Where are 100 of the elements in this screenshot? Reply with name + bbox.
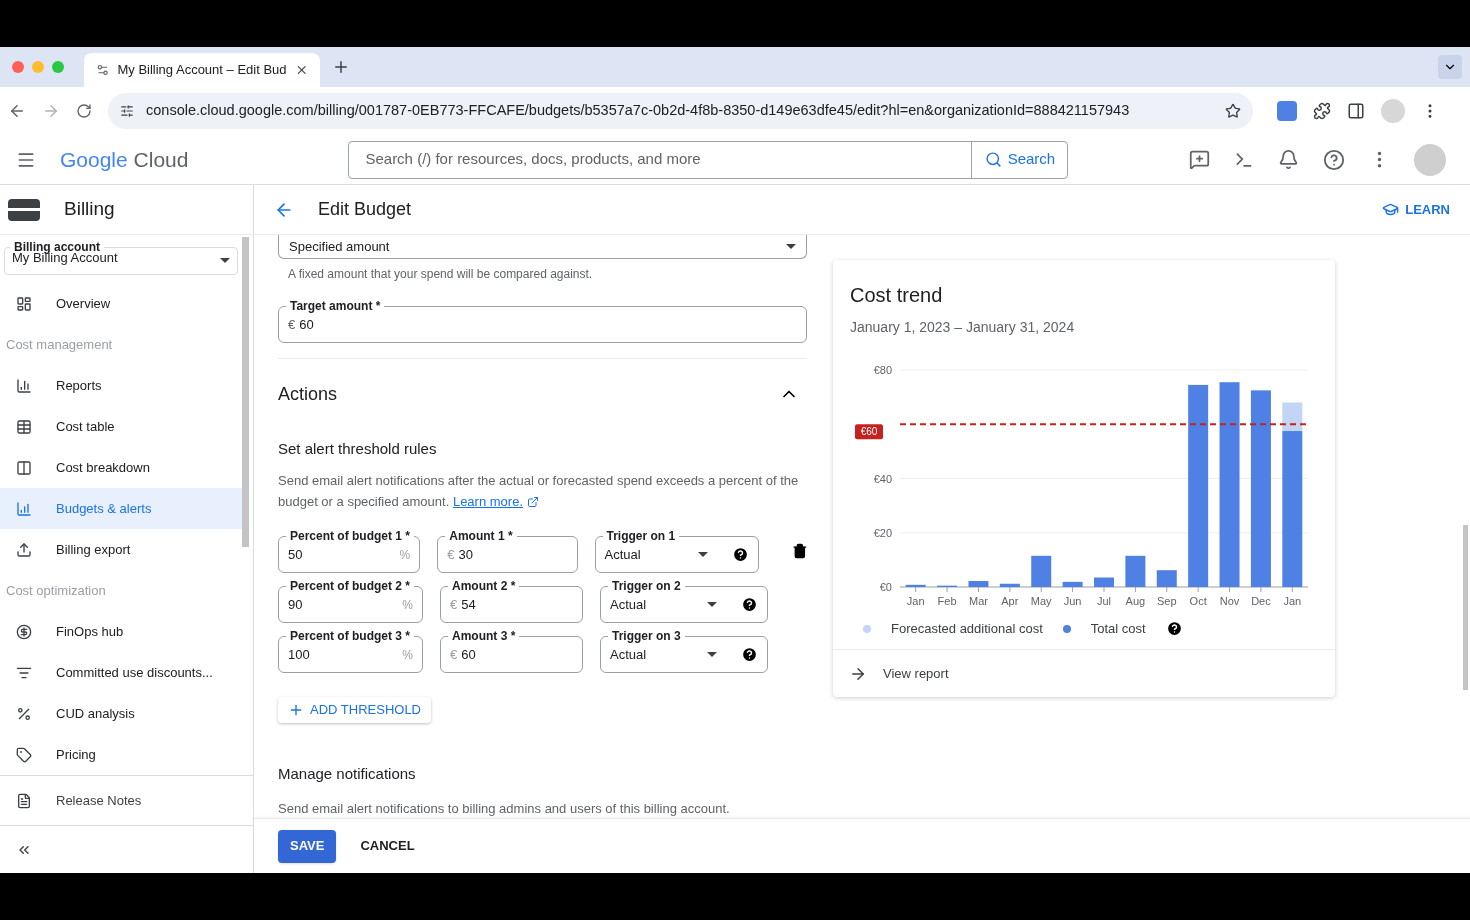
dropdown-caret-icon bbox=[707, 652, 717, 658]
description: Send email alert notifications after the actual or forecasted spend exceeds a percent of the budget or a specified amount. Learn more. bbox=[278, 470, 807, 513]
cost-bar bbox=[1062, 581, 1083, 587]
cost-bar bbox=[1031, 555, 1052, 587]
dropdown-caret-icon bbox=[786, 243, 796, 249]
x-tick-label: May bbox=[1030, 595, 1052, 607]
dropdown-caret-icon bbox=[220, 258, 230, 263]
dashboard-icon bbox=[16, 295, 32, 312]
delete-icon[interactable] bbox=[792, 542, 808, 559]
nav-item[interactable]: Reports bbox=[0, 365, 242, 406]
browser-tab[interactable]: My Billing Account – Edit Bud bbox=[84, 53, 320, 87]
search-button[interactable]: Search bbox=[971, 141, 1068, 178]
field-label: Trigger on 2 bbox=[608, 578, 685, 595]
x-tick-label: Apr bbox=[1001, 595, 1019, 607]
y-tick-label: €40 bbox=[873, 472, 892, 485]
tab-favicon-icon bbox=[96, 63, 110, 77]
extension-icon[interactable] bbox=[1277, 101, 1297, 121]
bar-chart-icon bbox=[16, 377, 32, 394]
x-tick-label: Mar bbox=[969, 595, 988, 607]
upload-icon bbox=[16, 541, 32, 558]
help-icon bbox=[741, 596, 758, 614]
help-icon[interactable] bbox=[1323, 148, 1345, 171]
help-icon bbox=[732, 546, 750, 564]
budget-type-select[interactable]: Specified amount bbox=[278, 235, 807, 259]
reload-icon[interactable] bbox=[76, 103, 92, 119]
y-tick-label: €0 bbox=[879, 581, 892, 593]
x-tick-label: Oct bbox=[1189, 595, 1207, 607]
search-field[interactable]: Search (/) for resources, docs, products, and more Search bbox=[348, 140, 1069, 179]
notifications-icon[interactable] bbox=[1278, 149, 1299, 170]
card-title: Cost trend bbox=[850, 283, 944, 308]
x-tick-label: Dec bbox=[1251, 595, 1271, 607]
dollar-icon bbox=[16, 623, 32, 640]
nav-item[interactable]: FinOps hub bbox=[0, 611, 242, 652]
nav-section-heading: Cost management bbox=[5, 335, 114, 354]
threshold-badge-background bbox=[855, 424, 883, 440]
field-label: Trigger on 1 bbox=[602, 528, 680, 545]
scrollbar[interactable] bbox=[1463, 525, 1468, 690]
x-tick-label: Nov bbox=[1219, 595, 1240, 607]
legend-label: Total cost bbox=[1090, 620, 1146, 638]
cost-bar bbox=[905, 584, 926, 587]
notes-icon bbox=[16, 792, 32, 809]
dropdown-caret-icon bbox=[698, 552, 709, 558]
y-tick-label: €20 bbox=[873, 526, 892, 539]
nav-item[interactable]: Budgets & alerts bbox=[0, 488, 242, 529]
x-tick-label: Jan bbox=[906, 595, 925, 607]
x-tick-label: Jun bbox=[1063, 595, 1082, 607]
cost-bar bbox=[968, 581, 989, 587]
cost-bar bbox=[1094, 577, 1114, 587]
nav-item[interactable]: CUD analysis bbox=[0, 693, 242, 734]
cancel-button[interactable]: CANCEL bbox=[360, 829, 415, 863]
nav-item[interactable]: Committed use discounts... bbox=[0, 652, 242, 693]
field-label: Percent of budget 2 * bbox=[286, 578, 415, 595]
section-title: Billing bbox=[64, 197, 115, 222]
logo[interactable]: Google Cloud bbox=[60, 143, 189, 176]
learn-more-link[interactable]: Learn more. bbox=[452, 491, 539, 513]
percent-icon bbox=[16, 705, 32, 722]
address-bar[interactable]: console.cloud.google.com/billing/001787-0EB773-FFCAFE/budgets/b5357a7c-0b2d-4f8b-8350-d149e63dfe45/edit?hl=en&organizationId=888421157943 bbox=[108, 93, 1253, 129]
field-label: Percent of budget 1 * bbox=[286, 528, 415, 545]
external-link-icon bbox=[527, 495, 539, 508]
legend-label: Forecasted additional cost bbox=[891, 620, 1043, 638]
actions-header[interactable]: Actions bbox=[278, 380, 807, 408]
x-tick-label: Jul bbox=[1096, 595, 1112, 607]
new-tab-icon[interactable] bbox=[332, 58, 350, 76]
cost-bar bbox=[1125, 555, 1146, 587]
scrollbar[interactable] bbox=[242, 237, 249, 547]
subsection-title: Manage notifications bbox=[278, 764, 417, 784]
x-tick-label: Feb bbox=[937, 595, 957, 607]
nav-item[interactable]: Cost table bbox=[0, 406, 242, 447]
page-title: Edit Budget bbox=[318, 198, 412, 221]
graduation-cap-icon bbox=[1382, 201, 1400, 218]
billing-card-icon bbox=[8, 198, 40, 221]
site-settings-icon bbox=[120, 104, 134, 118]
release-notes-link[interactable]: Release Notes bbox=[0, 775, 253, 825]
feedback-icon[interactable] bbox=[1189, 149, 1210, 170]
description: Send email alert notifications to billing admins and users of this billing account. bbox=[278, 799, 731, 818]
cost-bar bbox=[1156, 570, 1177, 587]
nav-section-heading: Cost optimization bbox=[5, 581, 107, 600]
tag-icon bbox=[16, 746, 32, 763]
nav-item[interactable]: Cost breakdown bbox=[0, 447, 242, 488]
cost-bar bbox=[999, 583, 1020, 587]
back-icon[interactable] bbox=[8, 102, 26, 120]
dropdown-caret-icon bbox=[707, 602, 717, 608]
y-tick-label: €80 bbox=[873, 364, 892, 376]
save-button[interactable]: SAVE bbox=[278, 829, 337, 863]
breakdown-icon bbox=[16, 459, 32, 476]
side-panel-icon[interactable] bbox=[1347, 102, 1365, 120]
field-label: Percent of budget 3 * bbox=[286, 628, 415, 645]
x-tick-label: Sep bbox=[1157, 595, 1177, 607]
learn-button[interactable]: LEARN bbox=[1382, 199, 1450, 220]
extensions-icon[interactable] bbox=[1313, 102, 1331, 120]
view-report-link[interactable]: View report bbox=[833, 649, 1335, 697]
threshold-badge-label: €60 bbox=[860, 426, 878, 438]
add-threshold-button[interactable]: ADD THRESHOLD bbox=[278, 697, 431, 723]
budget-chart-icon bbox=[16, 500, 32, 517]
bookmark-star-icon bbox=[1225, 103, 1241, 119]
nav-item[interactable]: Pricing bbox=[0, 734, 242, 775]
nav-item[interactable]: Billing export bbox=[0, 529, 242, 570]
x-tick-label: Aug bbox=[1125, 595, 1146, 607]
tab-list-button[interactable] bbox=[1438, 55, 1462, 79]
nav-item[interactable]: Overview bbox=[0, 283, 242, 324]
